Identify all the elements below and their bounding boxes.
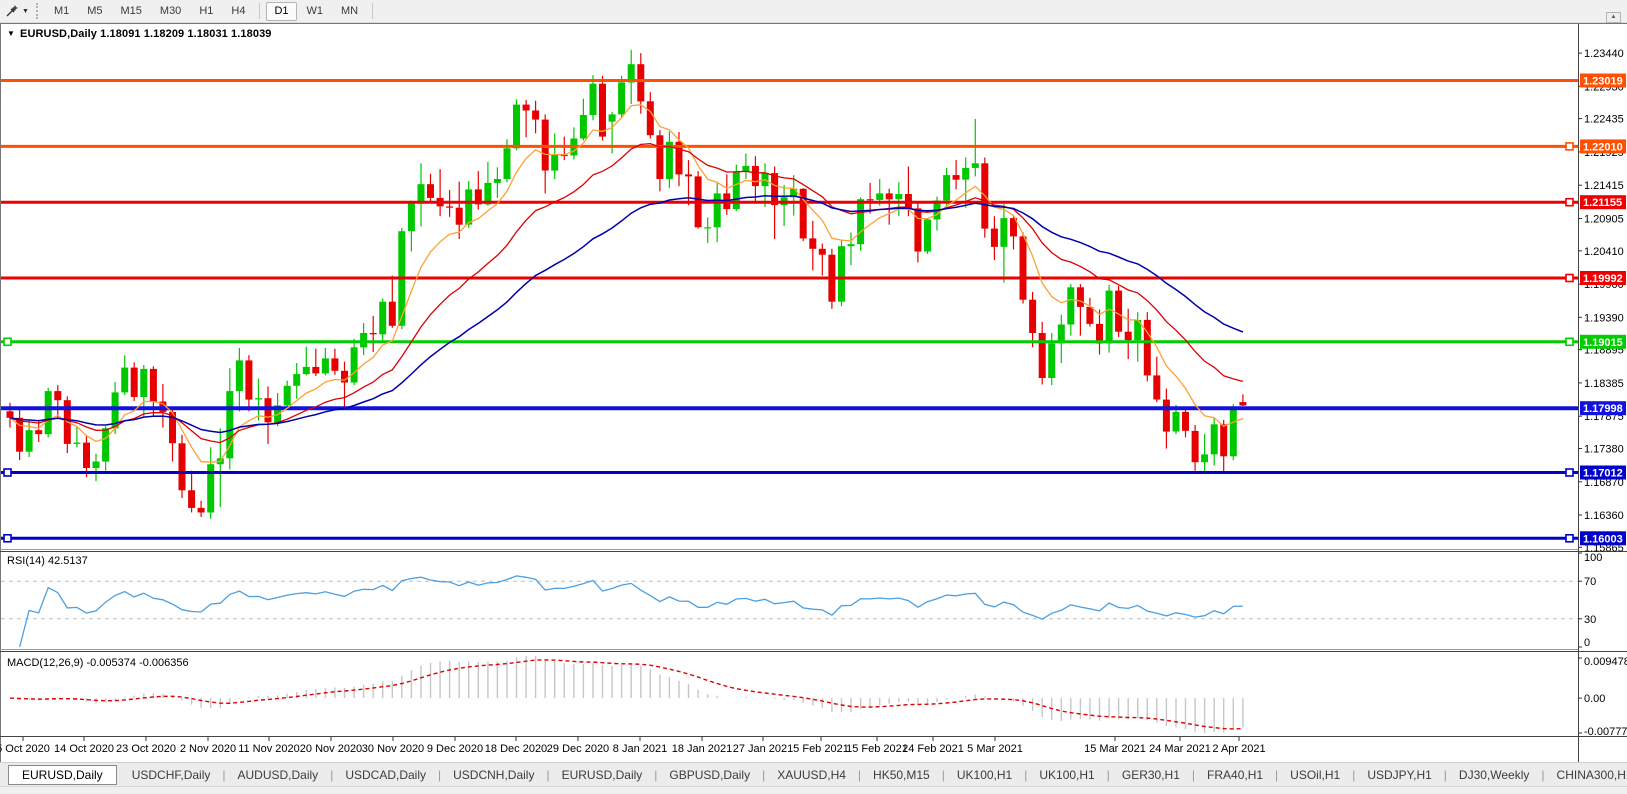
timeframe-button-mn[interactable]: MN bbox=[333, 2, 366, 21]
chart-symbol-title[interactable]: ▼ EURUSD,Daily 1.18091 1.18209 1.18031 1.… bbox=[7, 28, 272, 40]
toolbar-separator bbox=[372, 3, 373, 19]
timeframe-button-m1[interactable]: M1 bbox=[46, 2, 77, 21]
chart-tab-china300-h1[interactable]: CHINA300,H1 bbox=[1546, 766, 1627, 784]
macd-signal-line bbox=[10, 660, 1243, 729]
svg-text:5 Mar 2021: 5 Mar 2021 bbox=[967, 743, 1023, 755]
chart-title-text: EURUSD,Daily 1.18091 1.18209 1.18031 1.1… bbox=[20, 28, 271, 40]
chart-tab-usdjpy-h1[interactable]: USDJPY,H1 bbox=[1356, 766, 1442, 784]
chart-tab-usdcad-daily[interactable]: USDCAD,Daily bbox=[334, 766, 437, 784]
svg-text:5 Oct 2020: 5 Oct 2020 bbox=[0, 743, 50, 755]
svg-text:27 Jan 2021: 27 Jan 2021 bbox=[733, 743, 794, 755]
svg-text:2 Apr 2021: 2 Apr 2021 bbox=[1212, 743, 1265, 755]
svg-text:1.21415: 1.21415 bbox=[1584, 180, 1624, 192]
timeframe-toolbar: ▼ M1M5M15M30H1H4 D1W1MN bbox=[0, 0, 1627, 23]
svg-text:18 Jan 2021: 18 Jan 2021 bbox=[672, 743, 733, 755]
svg-text:1.17998: 1.17998 bbox=[1583, 403, 1623, 415]
status-bar bbox=[0, 786, 1627, 794]
svg-text:1.17380: 1.17380 bbox=[1584, 444, 1624, 456]
svg-text:1.19390: 1.19390 bbox=[1584, 312, 1624, 324]
chart-tab-eurusd-daily[interactable]: EURUSD,Daily bbox=[551, 766, 654, 784]
chart-tab-uk100-h1[interactable]: UK100,H1 bbox=[1028, 766, 1105, 784]
svg-text:14 Oct 2020: 14 Oct 2020 bbox=[54, 743, 114, 755]
chart-tab-dj30-weekly[interactable]: DJ30,Weekly bbox=[1448, 766, 1540, 784]
trading-platform-window: ▼ M1M5M15M30H1H4D1W1MN ▲ 1.234401.229301… bbox=[0, 0, 1627, 794]
svg-text:1.17012: 1.17012 bbox=[1583, 468, 1623, 480]
time-scale[interactable]: 5 Oct 2020 14 Oct 202023 Oct 2020 2 Nov 20… bbox=[0, 737, 1266, 755]
svg-text:5 Feb 2021: 5 Feb 2021 bbox=[793, 743, 849, 755]
svg-text:11 Nov 2020: 11 Nov 2020 bbox=[238, 743, 300, 755]
rsi-line bbox=[20, 576, 1243, 647]
svg-text:8 Jan 2021: 8 Jan 2021 bbox=[613, 743, 667, 755]
chart-tab-uk100-h1[interactable]: UK100,H1 bbox=[946, 766, 1023, 784]
svg-text:0: 0 bbox=[1584, 637, 1590, 649]
macd-indicator-label: MACD(12,26,9) -0.005374 -0.006356 bbox=[7, 657, 189, 669]
svg-text:1.18385: 1.18385 bbox=[1584, 378, 1624, 390]
svg-text:-0.007778: -0.007778 bbox=[1584, 726, 1627, 738]
macd-pane: 0.009478 0.00 -0.007778 bbox=[10, 656, 1627, 738]
mid-ma bbox=[10, 144, 1243, 443]
svg-text:1.19992: 1.19992 bbox=[1583, 273, 1623, 285]
chart-tab-hk50-m15[interactable]: HK50,M15 bbox=[862, 766, 941, 784]
svg-text:23 Oct 2020: 23 Oct 2020 bbox=[116, 743, 176, 755]
svg-text:1.16360: 1.16360 bbox=[1584, 510, 1624, 522]
svg-text:0.00: 0.00 bbox=[1584, 693, 1605, 705]
svg-text:1.20905: 1.20905 bbox=[1584, 214, 1624, 226]
chart-cursor-icon-svg bbox=[5, 4, 19, 18]
chart-cursor-icon[interactable] bbox=[3, 2, 21, 20]
svg-text:1.21155: 1.21155 bbox=[1583, 197, 1622, 209]
svg-text:1.19015: 1.19015 bbox=[1583, 337, 1623, 349]
svg-text:1.23440: 1.23440 bbox=[1584, 48, 1624, 60]
chart-tab-usoil-h1[interactable]: USOil,H1 bbox=[1279, 766, 1351, 784]
price-chart-canvas[interactable]: 1.234401.229301.224351.219251.214151.209… bbox=[0, 0, 1627, 762]
chart-tab-eurusd-daily[interactable]: EURUSD,Daily bbox=[8, 765, 117, 785]
timeframe-button-group: M1M5M15M30H1H4 D1W1MN bbox=[45, 2, 378, 21]
cursor-dropdown-caret-icon[interactable]: ▼ bbox=[22, 8, 29, 15]
svg-text:30: 30 bbox=[1584, 614, 1596, 626]
svg-text:1.16003: 1.16003 bbox=[1583, 533, 1623, 545]
svg-text:20 Nov 2020: 20 Nov 2020 bbox=[300, 743, 362, 755]
chart-collapse-icon[interactable]: ▼ bbox=[7, 29, 15, 38]
timeframe-button-h4[interactable]: H4 bbox=[223, 2, 253, 21]
svg-text:15 Feb 2021: 15 Feb 2021 bbox=[846, 743, 908, 755]
chart-tab-usdchf-daily[interactable]: USDCHF,Daily bbox=[121, 766, 222, 784]
svg-text:30 Nov 2020: 30 Nov 2020 bbox=[362, 743, 424, 755]
svg-text:1.22435: 1.22435 bbox=[1584, 114, 1624, 126]
svg-text:0.009478: 0.009478 bbox=[1584, 656, 1627, 668]
svg-text:100: 100 bbox=[1584, 552, 1602, 564]
timeframe-button-h1[interactable]: H1 bbox=[191, 2, 221, 21]
svg-text:1.23019: 1.23019 bbox=[1583, 76, 1623, 88]
chart-tab-bar: EURUSD,DailyUSDCHF,Daily|AUDUSD,Daily|US… bbox=[0, 762, 1627, 786]
slow-ma bbox=[10, 196, 1243, 433]
toolbar-separator bbox=[259, 3, 260, 19]
svg-text:15 Mar 2021: 15 Mar 2021 bbox=[1084, 743, 1146, 755]
chart-tab-fra40-h1[interactable]: FRA40,H1 bbox=[1196, 766, 1274, 784]
svg-text:9 Dec 2020: 9 Dec 2020 bbox=[427, 743, 483, 755]
horizontal-lines-layer[interactable] bbox=[1, 81, 1578, 542]
svg-text:1.20410: 1.20410 bbox=[1584, 246, 1624, 258]
chart-tab-usdcnh-daily[interactable]: USDCNH,Daily bbox=[442, 766, 545, 784]
svg-text:70: 70 bbox=[1584, 576, 1596, 588]
timeframe-button-w1[interactable]: W1 bbox=[299, 2, 332, 21]
svg-text:24 Mar 2021: 24 Mar 2021 bbox=[1149, 743, 1211, 755]
timeframe-button-m30[interactable]: M30 bbox=[152, 2, 189, 21]
toolbar-overflow-button[interactable]: ▲ bbox=[1606, 12, 1621, 23]
chart-tab-audusd-daily[interactable]: AUDUSD,Daily bbox=[227, 766, 330, 784]
chart-tab-ger30-h1[interactable]: GER30,H1 bbox=[1111, 766, 1191, 784]
timeframe-button-m5[interactable]: M5 bbox=[79, 2, 110, 21]
price-line-tags: 1.23019 1.22010 1.21155 1.19992 1.19015 1.179… bbox=[1580, 74, 1626, 546]
svg-text:2 Nov 2020: 2 Nov 2020 bbox=[180, 743, 236, 755]
toolbar-grip[interactable] bbox=[36, 3, 41, 19]
rsi-indicator-label: RSI(14) 42.5137 bbox=[7, 555, 88, 567]
timeframe-button-d1[interactable]: D1 bbox=[266, 2, 296, 21]
svg-text:24 Feb 2021: 24 Feb 2021 bbox=[902, 743, 964, 755]
chart-borders bbox=[0, 24, 1627, 763]
chart-tab-gbpusd-daily[interactable]: GBPUSD,Daily bbox=[658, 766, 761, 784]
svg-text:29 Dec 2020: 29 Dec 2020 bbox=[547, 743, 609, 755]
svg-text:1.22010: 1.22010 bbox=[1583, 141, 1623, 153]
timeframe-button-m15[interactable]: M15 bbox=[113, 2, 150, 21]
rsi-pane: 100 70 30 0 bbox=[1, 552, 1602, 649]
chart-tab-xauusd-h4[interactable]: XAUUSD,H4 bbox=[766, 766, 857, 784]
svg-text:18 Dec 2020: 18 Dec 2020 bbox=[485, 743, 547, 755]
